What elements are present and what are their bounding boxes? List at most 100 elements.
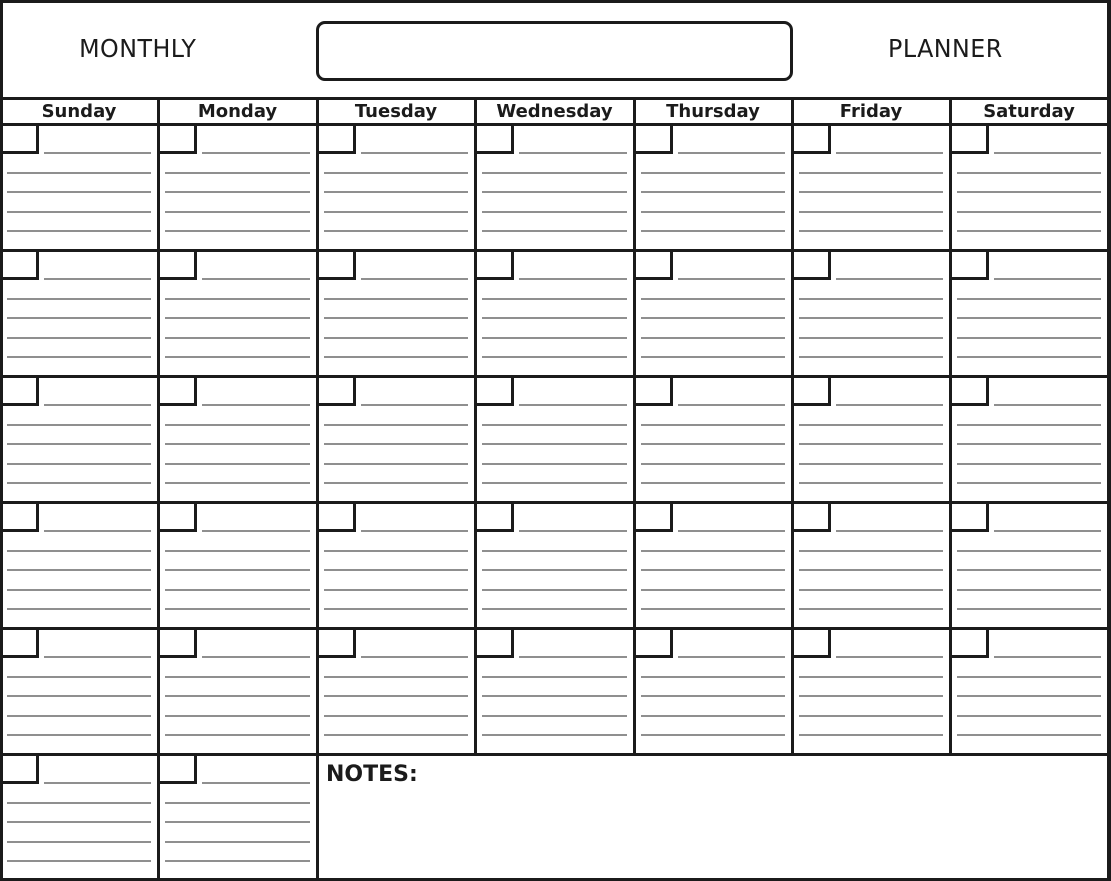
day-cell[interactable] — [952, 630, 1107, 752]
date-number-box[interactable] — [160, 126, 197, 154]
date-number-box[interactable] — [319, 126, 356, 154]
writing-line — [44, 278, 151, 280]
writing-line — [7, 356, 151, 358]
writing-line — [641, 734, 785, 736]
date-number-box[interactable] — [794, 126, 831, 154]
date-number-box[interactable] — [952, 378, 989, 406]
date-number-box[interactable] — [160, 504, 197, 532]
day-cell[interactable] — [2, 756, 157, 878]
date-number-box[interactable] — [319, 378, 356, 406]
day-cell[interactable] — [319, 630, 474, 752]
notes-area[interactable] — [320, 757, 1106, 878]
day-cell[interactable] — [636, 252, 791, 374]
writing-line — [482, 608, 627, 610]
date-number-box[interactable] — [952, 252, 989, 280]
day-cell[interactable] — [952, 252, 1107, 374]
day-cell[interactable] — [2, 630, 157, 752]
writing-line — [324, 297, 468, 300]
date-number-box[interactable] — [636, 378, 673, 406]
day-header-saturday: Saturday — [983, 101, 1075, 122]
day-cell[interactable] — [160, 126, 316, 248]
writing-line — [482, 423, 627, 426]
date-number-box[interactable] — [952, 504, 989, 532]
day-cell[interactable] — [319, 252, 474, 374]
date-number-box[interactable] — [794, 378, 831, 406]
writing-line — [641, 714, 785, 717]
writing-line — [799, 191, 943, 193]
day-cell[interactable] — [2, 504, 157, 626]
day-cell[interactable] — [477, 630, 633, 752]
day-cell[interactable] — [160, 630, 316, 752]
day-cell[interactable] — [160, 504, 316, 626]
writing-line — [202, 530, 310, 532]
day-cell[interactable] — [952, 126, 1107, 248]
day-cell[interactable] — [477, 126, 633, 248]
day-cell[interactable] — [160, 378, 316, 500]
day-cell[interactable] — [160, 252, 316, 374]
date-number-box[interactable] — [2, 756, 39, 784]
date-number-box[interactable] — [160, 630, 197, 658]
writing-line — [165, 297, 310, 300]
writing-line — [324, 462, 468, 465]
day-cell[interactable] — [2, 252, 157, 374]
day-cell[interactable] — [477, 252, 633, 374]
date-number-box[interactable] — [2, 252, 39, 280]
date-number-box[interactable] — [2, 378, 39, 406]
day-cell[interactable] — [952, 378, 1107, 500]
date-number-box[interactable] — [636, 252, 673, 280]
day-cell[interactable] — [794, 630, 949, 752]
date-number-box[interactable] — [2, 126, 39, 154]
writing-line — [324, 230, 468, 232]
writing-line — [641, 191, 785, 193]
date-number-box[interactable] — [319, 252, 356, 280]
date-number-box[interactable] — [477, 252, 514, 280]
writing-line — [7, 297, 151, 300]
date-number-box[interactable] — [477, 630, 514, 658]
date-number-box[interactable] — [477, 504, 514, 532]
date-number-box[interactable] — [636, 126, 673, 154]
writing-line — [165, 821, 310, 823]
day-cell[interactable] — [794, 126, 949, 248]
day-cell[interactable] — [794, 504, 949, 626]
date-number-box[interactable] — [952, 630, 989, 658]
writing-line — [994, 530, 1101, 532]
date-number-box[interactable] — [477, 378, 514, 406]
day-cell[interactable] — [477, 504, 633, 626]
day-cell[interactable] — [794, 378, 949, 500]
date-number-box[interactable] — [794, 252, 831, 280]
day-cell[interactable] — [319, 504, 474, 626]
day-cell[interactable] — [636, 504, 791, 626]
day-cell[interactable] — [2, 126, 157, 248]
date-number-box[interactable] — [2, 630, 39, 658]
date-number-box[interactable] — [636, 504, 673, 532]
date-number-box[interactable] — [2, 504, 39, 532]
writing-line — [641, 356, 785, 358]
day-cell[interactable] — [636, 630, 791, 752]
date-number-box[interactable] — [319, 504, 356, 532]
date-number-box[interactable] — [160, 252, 197, 280]
day-header-sunday: Sunday — [41, 101, 117, 122]
date-number-box[interactable] — [160, 756, 197, 784]
date-number-box[interactable] — [952, 126, 989, 154]
writing-line — [324, 695, 468, 697]
day-cell[interactable] — [794, 252, 949, 374]
date-number-box[interactable] — [636, 630, 673, 658]
date-number-box[interactable] — [319, 630, 356, 658]
writing-line — [994, 656, 1101, 658]
day-cell[interactable] — [2, 378, 157, 500]
date-number-box[interactable] — [477, 126, 514, 154]
month-name-field[interactable] — [316, 21, 793, 81]
date-number-box[interactable] — [794, 504, 831, 532]
writing-line — [44, 404, 151, 406]
day-cell[interactable] — [160, 756, 316, 878]
day-cell[interactable] — [319, 126, 474, 248]
day-cell[interactable] — [952, 504, 1107, 626]
writing-line — [641, 695, 785, 697]
date-number-box[interactable] — [794, 630, 831, 658]
day-cell[interactable] — [636, 126, 791, 248]
day-cell[interactable] — [319, 378, 474, 500]
day-cell[interactable] — [636, 378, 791, 500]
date-number-box[interactable] — [160, 378, 197, 406]
writing-line — [482, 356, 627, 358]
day-cell[interactable] — [477, 378, 633, 500]
